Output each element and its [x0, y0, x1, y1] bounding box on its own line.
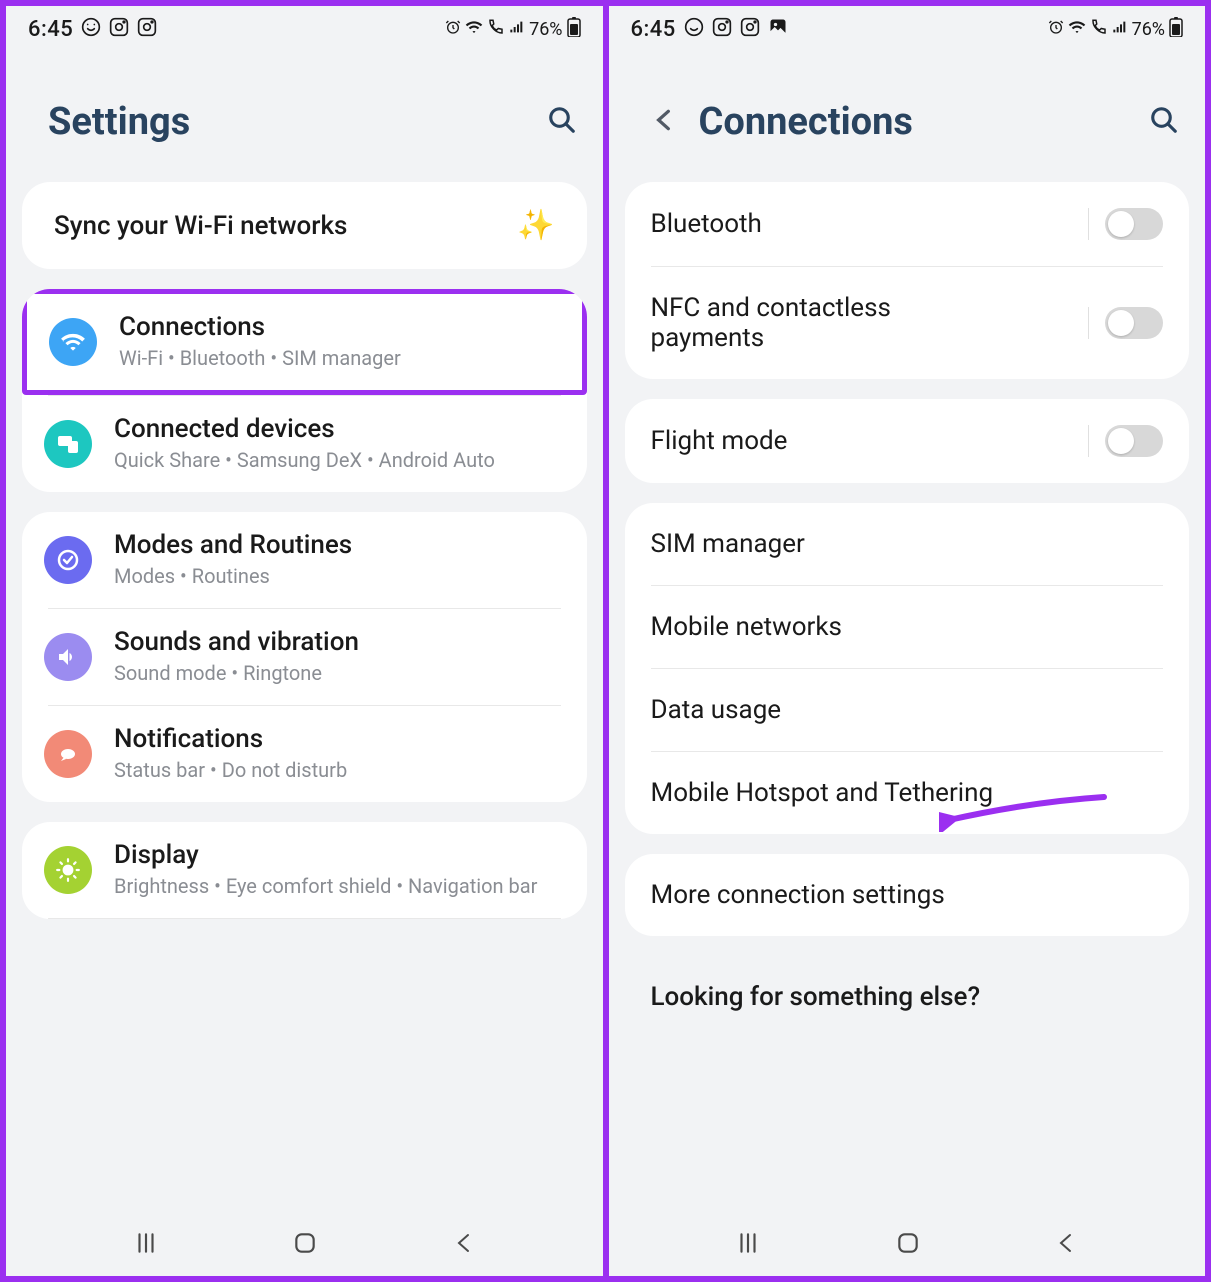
item-sub: Brightness • Eye comfort shield • Naviga… [114, 872, 565, 900]
settings-group-2: Modes and Routines Modes • Routines Soun… [22, 512, 587, 802]
recents-button[interactable] [735, 1230, 761, 1260]
home-button[interactable] [895, 1230, 921, 1260]
row-label: NFC and contactless payments [651, 293, 971, 353]
status-bar: 6:45 [609, 6, 1206, 52]
footer-prompt: Looking for something else? [625, 956, 1190, 1038]
settings-item-display[interactable]: Display Brightness • Eye comfort shield … [22, 822, 587, 918]
whatsapp-icon [684, 17, 704, 42]
notifications-icon [44, 730, 92, 778]
settings-group-1: Connections Wi-Fi • Bluetooth • SIM mana… [22, 289, 587, 492]
item-label: Connections [119, 312, 560, 342]
modes-icon [44, 536, 92, 584]
signal-icon [509, 19, 525, 40]
conn-group-4: More connection settings [625, 854, 1190, 936]
back-button[interactable] [452, 1231, 476, 1259]
battery-percent: 76% [529, 19, 562, 40]
search-icon[interactable] [547, 105, 577, 139]
row-data-usage[interactable]: Data usage [625, 669, 1190, 751]
promo-sync-wifi[interactable]: Sync your Wi-Fi networks ✨ [22, 182, 587, 269]
alarm-icon [1048, 19, 1064, 40]
settings-item-notifications[interactable]: Notifications Status bar • Do not distur… [22, 706, 587, 802]
settings-item-connected-devices[interactable]: Connected devices Quick Share • Samsung … [22, 396, 587, 492]
settings-content: Sync your Wi-Fi networks ✨ Connections W… [6, 182, 603, 1214]
row-hotspot[interactable]: Mobile Hotspot and Tethering [625, 752, 1190, 834]
nav-bar [609, 1214, 1206, 1276]
row-more-settings[interactable]: More connection settings [625, 854, 1190, 936]
wifi-icon [49, 318, 97, 366]
settings-group-3: Display Brightness • Eye comfort shield … [22, 822, 587, 919]
item-sub: Quick Share • Samsung DeX • Android Auto [114, 446, 565, 474]
settings-header: Settings [6, 52, 603, 182]
row-label: More connection settings [651, 880, 945, 910]
item-label: Sounds and vibration [114, 627, 565, 657]
row-label: Data usage [651, 695, 782, 725]
battery-icon [567, 17, 581, 42]
row-label: Bluetooth [651, 209, 762, 239]
back-button[interactable] [1054, 1231, 1078, 1259]
status-bar: 6:45 76% [6, 6, 603, 52]
conn-group-2: Flight mode [625, 399, 1190, 483]
whatsapp-icon [81, 17, 101, 42]
item-sub: Modes • Routines [114, 562, 565, 590]
page-title: Settings [48, 100, 190, 144]
home-button[interactable] [292, 1230, 318, 1260]
alarm-icon [445, 19, 461, 40]
connections-content: Bluetooth NFC and contactless payments F… [609, 182, 1206, 1214]
settings-item-connections[interactable]: Connections Wi-Fi • Bluetooth • SIM mana… [22, 289, 587, 395]
connections-header: Connections [609, 52, 1206, 182]
instagram-icon-2 [137, 17, 157, 42]
settings-item-modes[interactable]: Modes and Routines Modes • Routines [22, 512, 587, 608]
instagram-icon-2 [740, 17, 760, 42]
toggle-nfc[interactable] [1105, 307, 1163, 339]
row-flight-mode[interactable]: Flight mode [625, 399, 1190, 483]
wifi-icon [1068, 18, 1086, 41]
signal-icon [1112, 19, 1128, 40]
sound-icon [44, 633, 92, 681]
row-label: Mobile Hotspot and Tethering [651, 778, 994, 808]
row-sim-manager[interactable]: SIM manager [625, 503, 1190, 585]
item-label: Connected devices [114, 414, 565, 444]
item-sub: Sound mode • Ringtone [114, 659, 565, 687]
page-title: Connections [699, 100, 913, 144]
row-bluetooth[interactable]: Bluetooth [625, 182, 1190, 266]
search-icon[interactable] [1149, 105, 1179, 139]
settings-item-sounds[interactable]: Sounds and vibration Sound mode • Ringto… [22, 609, 587, 705]
promo-label: Sync your Wi-Fi networks [54, 211, 347, 241]
item-label: Modes and Routines [114, 530, 565, 560]
row-nfc[interactable]: NFC and contactless payments [625, 267, 1190, 379]
instagram-icon [712, 17, 732, 42]
recents-button[interactable] [133, 1230, 159, 1260]
display-icon [44, 846, 92, 894]
conn-group-3: SIM manager Mobile networks Data usage M… [625, 503, 1190, 834]
row-label: SIM manager [651, 529, 805, 559]
phone-settings: 6:45 76% [3, 3, 606, 1279]
volte-icon [1090, 18, 1108, 41]
phone-connections: 6:45 [606, 3, 1209, 1279]
nav-bar [6, 1214, 603, 1276]
toggle-flight[interactable] [1105, 425, 1163, 457]
item-sub: Status bar • Do not disturb [114, 756, 565, 784]
conn-group-1: Bluetooth NFC and contactless payments [625, 182, 1190, 379]
toggle-bluetooth[interactable] [1105, 208, 1163, 240]
item-sub: Wi-Fi • Bluetooth • SIM manager [119, 344, 560, 372]
sparkle-icon: ✨ [517, 208, 554, 243]
battery-percent: 76% [1132, 19, 1165, 40]
volte-icon [487, 18, 505, 41]
row-label: Mobile networks [651, 612, 842, 642]
battery-icon [1169, 17, 1183, 42]
item-label: Display [114, 840, 565, 870]
status-time: 6:45 [631, 17, 676, 42]
status-time: 6:45 [28, 17, 73, 42]
item-label: Notifications [114, 724, 565, 754]
row-mobile-networks[interactable]: Mobile networks [625, 586, 1190, 668]
row-label: Flight mode [651, 426, 788, 456]
instagram-icon [109, 17, 129, 42]
gallery-icon [768, 17, 788, 42]
back-icon[interactable] [651, 103, 677, 141]
devices-icon [44, 420, 92, 468]
wifi-icon [465, 18, 483, 41]
